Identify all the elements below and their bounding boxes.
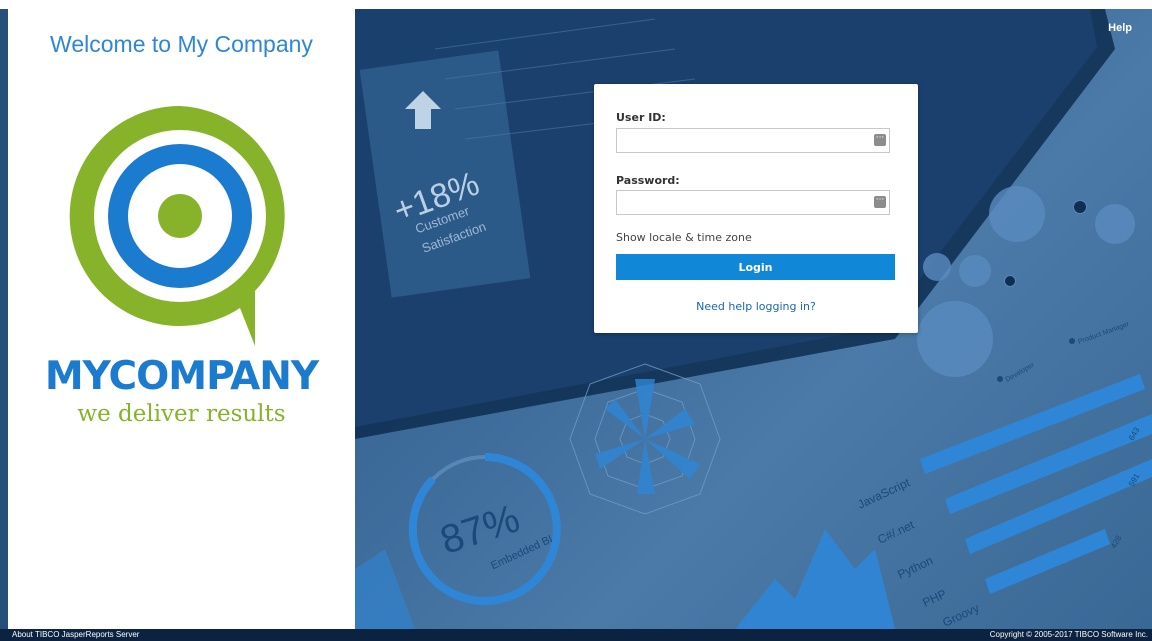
- top-border: [0, 0, 1152, 9]
- app-window: +18% Customer Satisfaction Developer Pro…: [0, 0, 1152, 641]
- login-card: User ID: ··· Password: ··· Show locale &…: [594, 84, 918, 333]
- about-link[interactable]: About TIBCO JasperReports Server: [12, 629, 139, 641]
- copyright-text: Copyright © 2005-2017 TIBCO Software Inc…: [989, 630, 1148, 639]
- brand-wordmark: MYCOMPANY: [44, 354, 319, 399]
- need-help-link[interactable]: Need help logging in?: [594, 300, 918, 313]
- lang-label-1: JavaScript: [855, 475, 912, 512]
- legend-developer: Developer: [1005, 361, 1037, 383]
- left-edge-strip: [0, 9, 8, 629]
- welcome-title: Welcome to My Company: [50, 31, 313, 57]
- lang-label-5: Groovy: [940, 601, 981, 629]
- keyboard-icon[interactable]: ···: [874, 196, 886, 208]
- password-label: Password:: [616, 174, 680, 187]
- user-id-label: User ID:: [616, 111, 666, 124]
- legend-product-manager: Product Manager: [1077, 321, 1130, 346]
- login-button[interactable]: Login: [616, 254, 895, 280]
- password-field-wrapper: ···: [616, 190, 890, 215]
- branding-panel: Welcome to My Company MYCOMPANY we deliv…: [8, 9, 355, 629]
- lang-label-4: PHP: [920, 587, 948, 610]
- brand-tagline: we deliver results: [77, 401, 286, 427]
- user-id-field-wrapper: ···: [616, 128, 890, 153]
- password-input[interactable]: [617, 191, 875, 213]
- help-link[interactable]: Help: [1108, 22, 1132, 34]
- lang-label-2: C#/.net: [875, 517, 917, 546]
- user-id-input[interactable]: [617, 129, 875, 151]
- lang-value-3: 428: [1109, 533, 1124, 550]
- keyboard-icon[interactable]: ···: [874, 134, 886, 146]
- company-logo-icon: [69, 105, 285, 346]
- show-locale-link[interactable]: Show locale & time zone: [616, 231, 752, 244]
- footer-bar: About TIBCO JasperReports Server Copyrig…: [0, 629, 1152, 641]
- lang-label-3: Python: [895, 553, 935, 581]
